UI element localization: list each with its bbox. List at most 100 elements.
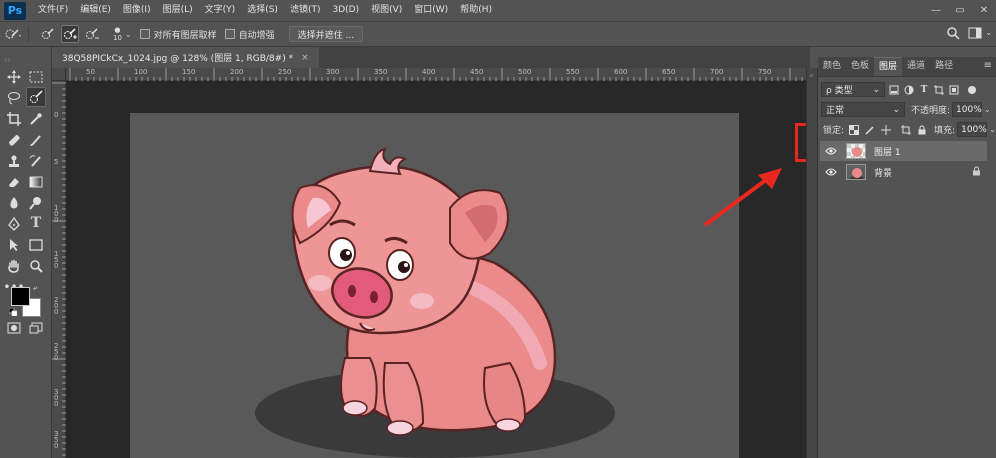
- document-canvas[interactable]: [130, 113, 739, 458]
- auto-enhance-checkbox[interactable]: [224, 29, 235, 39]
- workspace-chevron-icon[interactable]: ⌄: [985, 28, 992, 37]
- document-title: 38Q58PICkCx_1024.jpg @ 128% (图层 1, RGB/8…: [62, 54, 294, 64]
- layer-row-background[interactable]: 背景: [820, 162, 987, 182]
- menu-edit[interactable]: 编辑(E): [74, 0, 117, 21]
- brush-size-picker[interactable]: ● 10: [113, 26, 122, 42]
- hand-tool-icon[interactable]: [4, 256, 24, 276]
- blur-tool-icon[interactable]: [4, 193, 24, 213]
- layers-panel: 颜色 色板 图层 通道 路径 ≡ ρ 类型 ⌄ T 正常 ⌄ 不透明度: 100…: [818, 47, 996, 458]
- restore-button[interactable]: ▭: [948, 0, 972, 21]
- marquee-tool-icon[interactable]: [26, 67, 46, 87]
- filter-type-icon[interactable]: T: [918, 84, 930, 96]
- tab-paths[interactable]: 路径: [930, 57, 958, 76]
- workspace-icon[interactable]: [968, 27, 982, 42]
- layer-row-layer1[interactable]: 图层 1: [820, 141, 987, 161]
- layer-filter-row: ρ 类型 ⌄ T: [818, 82, 996, 97]
- menu-view[interactable]: 视图(V): [365, 0, 408, 21]
- brush-tool-icon[interactable]: [26, 130, 46, 150]
- menu-help[interactable]: 帮助(H): [454, 0, 498, 21]
- menu-window[interactable]: 窗口(W): [408, 0, 454, 21]
- lock-position-icon[interactable]: [880, 124, 892, 136]
- history-brush-tool-icon[interactable]: [26, 151, 46, 171]
- ruler-label: 400: [422, 68, 436, 76]
- select-and-mask-button[interactable]: 选择并遮住 ...: [288, 26, 364, 42]
- tool-preset-picker[interactable]: [4, 25, 22, 43]
- gradient-tool-icon[interactable]: [26, 172, 46, 192]
- pen-tool-icon[interactable]: [4, 214, 24, 234]
- layer-name: 背景: [874, 168, 893, 179]
- lock-artboard-icon[interactable]: [900, 124, 912, 136]
- menu-3d[interactable]: 3D(D): [326, 0, 365, 21]
- dodge-tool-icon[interactable]: [26, 193, 46, 213]
- horizontal-ruler[interactable]: 50 100 150 200 250 300 350 400 450 500 5…: [66, 68, 806, 81]
- eraser-tool-icon[interactable]: [4, 172, 24, 192]
- search-icon[interactable]: [946, 26, 960, 43]
- move-tool-icon[interactable]: [4, 67, 24, 87]
- close-tab-icon[interactable]: ×: [301, 53, 309, 63]
- lock-transparent-icon[interactable]: [848, 124, 860, 136]
- panel-menu-icon[interactable]: ≡: [984, 60, 992, 71]
- panel-dock-strip[interactable]: «: [806, 68, 818, 458]
- pig-illustration: [255, 147, 615, 458]
- filter-shape-icon[interactable]: [933, 84, 945, 96]
- subtract-from-selection-brush[interactable]: [83, 25, 101, 43]
- menu-select[interactable]: 选择(S): [241, 0, 284, 21]
- divider: [28, 26, 29, 42]
- sample-all-layers-checkbox[interactable]: [139, 29, 150, 39]
- document-tab[interactable]: 38Q58PICkCx_1024.jpg @ 128% (图层 1, RGB/8…: [52, 47, 319, 68]
- ruler-label: 1 5 0: [54, 250, 59, 270]
- close-button[interactable]: ✕: [972, 0, 996, 21]
- lock-pixels-icon[interactable]: [864, 124, 876, 136]
- tab-swatches[interactable]: 色板: [846, 57, 874, 76]
- screen-mode-icon[interactable]: [26, 318, 46, 338]
- quick-selection-tool-icon[interactable]: [26, 87, 46, 107]
- zoom-tool-icon[interactable]: [26, 256, 46, 276]
- ruler-label: 100: [134, 68, 148, 76]
- rectangle-tool-icon[interactable]: [26, 235, 46, 255]
- tab-channels[interactable]: 通道: [902, 57, 930, 76]
- clone-stamp-tool-icon[interactable]: [4, 151, 24, 171]
- filter-smart-object-icon[interactable]: [948, 84, 960, 96]
- menu-layer[interactable]: 图层(L): [157, 0, 199, 21]
- chevron-down-icon[interactable]: ⌄: [125, 30, 132, 39]
- quick-mask-icon[interactable]: [4, 318, 24, 338]
- opacity-chevron-icon[interactable]: ⌄: [984, 105, 991, 114]
- eyedropper-tool-icon[interactable]: [26, 109, 46, 129]
- visibility-eye-icon[interactable]: [824, 144, 838, 158]
- tab-color[interactable]: 颜色: [818, 57, 846, 76]
- chevron-down-icon: ⌄: [892, 104, 900, 115]
- menu-image[interactable]: 图像(I): [117, 0, 157, 21]
- add-to-selection-brush[interactable]: [61, 25, 79, 43]
- layer-filter-dropdown[interactable]: ρ 类型 ⌄: [821, 82, 885, 97]
- tab-layers[interactable]: 图层: [874, 57, 903, 76]
- vertical-ruler[interactable]: 0 5 1 0 0 1 5 0 2 0 0 2 5 0 3 0 0 3 5 0: [52, 81, 66, 458]
- fill-input[interactable]: 100%: [957, 122, 988, 137]
- lock-all-icon[interactable]: [916, 124, 928, 136]
- healing-brush-tool-icon[interactable]: [4, 130, 24, 150]
- filter-toggle-icon[interactable]: [968, 85, 976, 94]
- swap-colors-icon[interactable]: ⤶: [33, 283, 37, 293]
- path-selection-tool-icon[interactable]: [4, 235, 24, 255]
- minimize-button[interactable]: —: [924, 0, 948, 21]
- document-tab-bar: 38Q58PICkCx_1024.jpg @ 128% (图层 1, RGB/8…: [52, 47, 810, 68]
- foreground-color-swatch[interactable]: [11, 287, 30, 306]
- menu-type[interactable]: 文字(Y): [199, 0, 242, 21]
- ruler-label: 5: [54, 158, 59, 166]
- blend-mode-dropdown[interactable]: 正常 ⌄: [821, 102, 905, 117]
- crop-tool-icon[interactable]: [4, 109, 24, 129]
- collapse-arrows-icon[interactable]: ››: [4, 55, 10, 64]
- lasso-tool-icon[interactable]: [4, 88, 24, 108]
- opacity-input[interactable]: 100%: [952, 102, 983, 117]
- filter-adjustment-icon[interactable]: [903, 84, 915, 96]
- expand-arrows-icon[interactable]: «: [809, 71, 814, 80]
- ruler-origin[interactable]: [52, 68, 66, 81]
- fill-chevron-icon[interactable]: ⌄: [989, 125, 996, 134]
- menu-file[interactable]: 文件(F): [32, 0, 74, 21]
- visibility-eye-icon[interactable]: [824, 165, 838, 179]
- ruler-ticks: [69, 68, 803, 81]
- menu-filter[interactable]: 滤镜(T): [284, 0, 327, 21]
- type-tool-icon[interactable]: T: [26, 213, 46, 233]
- new-selection-brush[interactable]: [39, 25, 57, 43]
- filter-pixel-icon[interactable]: [888, 84, 900, 96]
- sample-all-layers-label: 对所有图层取样: [153, 30, 217, 41]
